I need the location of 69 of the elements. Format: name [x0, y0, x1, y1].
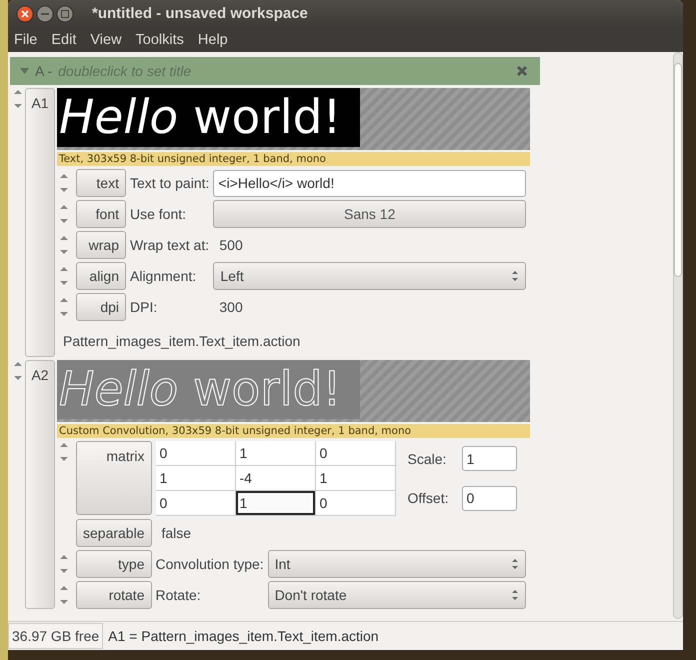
disk-free-text: 36.97 GB free	[8, 623, 104, 649]
action-text: Pattern_images_item.Text_item.action	[62, 332, 302, 351]
param-label: Use font:	[130, 206, 188, 222]
menu-item[interactable]: File	[14, 32, 38, 48]
param-button[interactable]: align	[76, 262, 126, 290]
menu-item[interactable]: Toolkits	[136, 32, 184, 48]
matrix-cell[interactable]: 0	[156, 441, 236, 466]
updown-caret-icon	[511, 558, 519, 570]
value-text: 500	[218, 237, 244, 253]
number-field[interactable]: 1	[462, 446, 518, 472]
image-caption: Custom Convolution, 303x59 8-bit unsigned integer, 1 band, mono	[57, 424, 530, 438]
collapse-triangle-icon[interactable]	[20, 68, 29, 74]
move-arrows-icon[interactable]	[12, 360, 24, 382]
workspace-prefix: A -	[35, 63, 52, 79]
menu-item[interactable]: Edit	[51, 32, 76, 48]
move-arrows-icon[interactable]	[58, 584, 70, 606]
matrix-cell[interactable]: 1	[236, 441, 316, 466]
dropdown[interactable]: Int	[268, 550, 526, 578]
field-label: Offset:	[408, 490, 448, 506]
maximize-icon[interactable]	[56, 4, 74, 22]
param-button[interactable]: separable	[76, 519, 152, 547]
move-arrows-icon[interactable]	[58, 172, 70, 194]
matrix-cell[interactable]: 0	[316, 441, 396, 466]
param-button[interactable]: rotate	[76, 581, 152, 609]
status-message: A1 = Pattern_images_item.Text_item.action	[108, 628, 379, 644]
value-text: 300	[218, 299, 244, 315]
updown-caret-icon	[511, 589, 519, 601]
menu-item[interactable]: View	[90, 32, 122, 48]
param-label: Convolution type:	[156, 556, 264, 572]
move-arrows-icon[interactable]	[58, 265, 70, 287]
move-arrows-icon[interactable]	[58, 441, 70, 463]
param-label: Rotate:	[156, 587, 202, 603]
matrix-cell[interactable]: 0	[316, 491, 396, 516]
matrix-cell[interactable]: 1	[316, 466, 396, 491]
field-label: Scale:	[408, 450, 448, 467]
menu-item[interactable]: Help	[198, 32, 228, 48]
image-text: Hello world!	[59, 94, 342, 141]
param-label: Wrap text at:	[130, 237, 210, 253]
window-title: *untitled - unsaved workspace	[92, 5, 308, 22]
dropdown[interactable]: Don't rotate	[268, 581, 526, 609]
move-arrows-icon[interactable]	[58, 553, 70, 575]
param-button[interactable]: matrix	[76, 441, 152, 515]
updown-caret-icon	[511, 270, 519, 282]
scrollbar[interactable]	[673, 52, 683, 619]
dropdown[interactable]: Left	[213, 262, 526, 290]
move-arrows-icon[interactable]	[58, 234, 70, 256]
item-tab[interactable]: A1	[25, 88, 55, 357]
move-arrows-icon[interactable]	[58, 296, 70, 318]
param-label: Alignment:	[130, 268, 198, 284]
minimize-icon[interactable]	[36, 4, 54, 22]
image-text: Hello world!	[59, 366, 342, 413]
move-arrows-icon[interactable]	[58, 203, 70, 225]
param-label: Text to paint:	[130, 175, 210, 191]
close-icon[interactable]	[16, 4, 34, 22]
matrix-cell[interactable]: 1	[156, 466, 236, 491]
param-button[interactable]: wrap	[76, 231, 126, 259]
item-tab[interactable]: A2	[25, 360, 55, 609]
param-button[interactable]: type	[76, 550, 152, 578]
number-field[interactable]: 0	[462, 486, 518, 511]
param-button[interactable]: font	[76, 200, 126, 228]
value-text: false	[160, 525, 192, 541]
param-button[interactable]: text	[76, 169, 126, 197]
param-button[interactable]: dpi	[76, 293, 126, 321]
text-field[interactable]: <i>Hello</i> world!	[213, 170, 526, 196]
move-arrows-icon[interactable]	[12, 88, 24, 110]
matrix-cell[interactable]: 1	[236, 491, 316, 516]
image-caption: Text, 303x59 8-bit unsigned integer, 1 band, mono	[57, 152, 530, 166]
font-picker[interactable]: Sans 12	[213, 200, 526, 228]
param-label: DPI:	[130, 299, 158, 315]
